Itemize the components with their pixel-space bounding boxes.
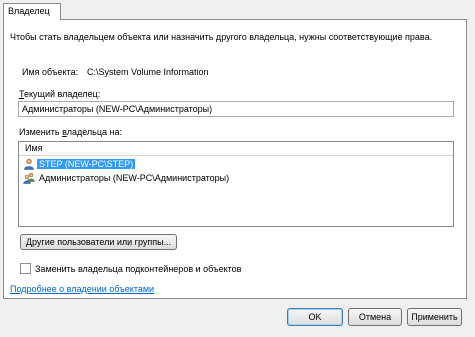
current-owner-label-text: екущий владелец: xyxy=(24,89,101,99)
owner-list-item-label: STEP (NEW-PC\STEP) xyxy=(37,159,136,169)
current-owner-label: Текущий владелец: xyxy=(19,88,100,100)
tab-owner[interactable]: Владелец xyxy=(3,3,61,20)
change-owner-label: Изменить владельца на: xyxy=(19,126,122,138)
replace-owner-checkbox[interactable] xyxy=(20,263,31,274)
other-users-button[interactable]: Другие пользователи или группы... xyxy=(20,234,177,250)
cancel-button[interactable]: Отмена xyxy=(348,308,402,326)
change-owner-label-text: ладельца на: xyxy=(66,127,122,137)
change-owner-label-pre: Изменить xyxy=(19,127,63,137)
tab-strip: Владелец xyxy=(0,0,475,20)
ownership-help-link[interactable]: Подробнее о владении объектами xyxy=(10,283,154,295)
owner-list[interactable]: Имя STEP (NEW-PC\STEP) Администраторы (N… xyxy=(18,141,454,227)
current-owner-field[interactable]: Администраторы (NEW-PC\Администраторы) xyxy=(18,101,454,117)
owner-list-item-administrators[interactable]: Администраторы (NEW-PC\Администраторы) xyxy=(23,172,231,184)
owner-list-item-step[interactable]: STEP (NEW-PC\STEP) xyxy=(23,158,136,170)
list-column-header-name[interactable]: Имя xyxy=(19,142,453,156)
replace-owner-label[interactable]: Заменить владельца подконтейнеров и объе… xyxy=(35,263,241,275)
object-name-label: Имя объекта: xyxy=(22,67,79,77)
description-text: Чтобы стать владельцем объекта или назна… xyxy=(10,32,433,42)
owner-list-item-label: Администраторы (NEW-PC\Администраторы) xyxy=(39,173,230,183)
apply-button[interactable]: Применить xyxy=(407,308,462,326)
user-icon xyxy=(23,158,35,170)
object-name-value: C:\System Volume Information xyxy=(87,67,209,77)
ok-button[interactable]: OK xyxy=(287,308,343,326)
group-icon xyxy=(23,172,35,184)
